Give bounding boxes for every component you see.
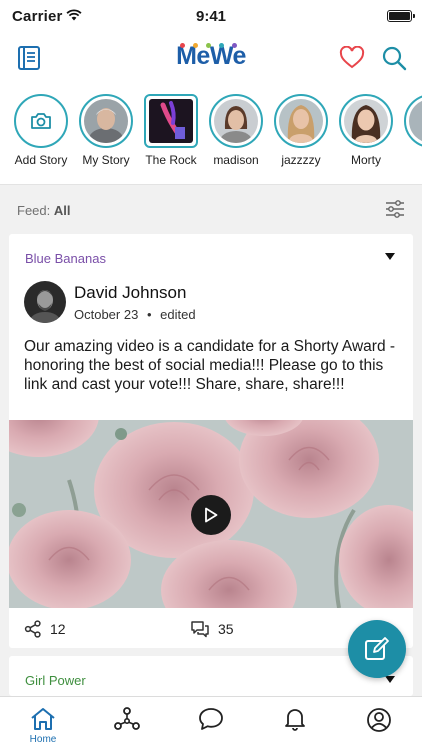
story-name: The Rock — [145, 153, 197, 167]
logo-dots — [180, 43, 244, 49]
comments-button[interactable]: 35 — [190, 620, 234, 638]
avatar — [344, 99, 388, 143]
search-icon[interactable] — [380, 44, 408, 72]
post-text: Our amazing video is a candidate for a S… — [24, 338, 396, 393]
app-header: MeWe — [0, 34, 422, 86]
tab-profile[interactable] — [357, 707, 401, 747]
tab-chats[interactable] — [189, 707, 233, 747]
comments-icon — [191, 621, 209, 638]
profile-icon — [367, 708, 391, 732]
status-time: 9:41 — [195, 8, 227, 25]
heart-icon[interactable] — [338, 44, 366, 72]
avatar — [279, 99, 323, 143]
logo-dot — [232, 43, 237, 48]
story-name: My Story — [82, 153, 130, 167]
camera-icon — [19, 99, 63, 143]
story-ring — [144, 94, 198, 148]
story-add[interactable]: Add Story — [10, 94, 72, 167]
post-options-caret-icon[interactable] — [385, 676, 395, 683]
story-jazzzzy[interactable]: jazzzzy — [270, 94, 332, 167]
avatar — [214, 99, 258, 143]
bell-icon — [285, 709, 305, 731]
story-my[interactable]: My Story — [75, 94, 137, 167]
tab-home[interactable]: Home — [21, 707, 65, 747]
story-ring — [209, 94, 263, 148]
story-partial[interactable] — [400, 94, 422, 148]
play-button[interactable] — [191, 495, 231, 535]
avatar — [409, 99, 422, 143]
newsfeed-book-icon[interactable] — [15, 44, 43, 72]
home-icon — [31, 708, 55, 730]
post-edited-label: edited — [160, 307, 196, 322]
story-ring — [404, 94, 422, 148]
story-name: Morty — [351, 153, 381, 167]
groups-network-icon — [114, 707, 140, 730]
bottom-tab-bar: Home — [0, 696, 422, 750]
filter-sliders-icon[interactable] — [385, 199, 405, 219]
play-icon — [205, 507, 218, 523]
logo-dot — [219, 43, 224, 48]
story-name: madison — [213, 153, 259, 167]
share-icon — [24, 620, 41, 638]
stories-row: Add Story My Story The Rock madison jazz… — [0, 86, 422, 185]
status-bar: Carrier 9:41 — [0, 0, 422, 34]
story-thumbnail — [149, 99, 193, 143]
story-morty[interactable]: Morty — [335, 94, 397, 167]
compose-post-button[interactable] — [348, 620, 406, 678]
meta-separator: • — [146, 307, 152, 322]
author-avatar[interactable] — [24, 281, 66, 323]
post-card: Blue Bananas David Johnson October 23 • … — [9, 234, 413, 648]
post-meta: October 23 • edited — [74, 307, 196, 322]
story-ring — [79, 94, 133, 148]
post-date: October 23 — [74, 307, 139, 322]
share-count: 12 — [50, 621, 66, 637]
share-button[interactable]: 12 — [24, 620, 66, 638]
story-madison[interactable]: madison — [205, 94, 267, 167]
post-group-name[interactable]: Girl Power — [25, 673, 86, 688]
logo-dot — [193, 43, 198, 48]
tab-notifications[interactable] — [273, 707, 317, 747]
feed-filter-value: All — [53, 203, 71, 218]
story-ring — [274, 94, 328, 148]
logo-dot — [180, 43, 185, 48]
comment-count: 35 — [218, 621, 234, 637]
tab-groups[interactable] — [105, 707, 149, 747]
post-video[interactable] — [9, 420, 413, 608]
tab-home-label: Home — [29, 734, 57, 745]
feed-filter-label[interactable]: Feed: All — [17, 203, 71, 218]
story-ring — [339, 94, 393, 148]
story-the-rock[interactable]: The Rock — [140, 94, 202, 167]
post-author-name[interactable]: David Johnson — [74, 283, 186, 303]
post-options-caret-icon[interactable] — [385, 253, 395, 260]
story-name: jazzzzy — [281, 153, 321, 167]
chat-bubble-icon — [199, 708, 223, 730]
add-story-ring — [14, 94, 68, 148]
story-name: Add Story — [14, 153, 68, 167]
battery-icon — [387, 10, 415, 22]
avatar — [84, 99, 128, 143]
logo-dot — [206, 43, 211, 48]
compose-icon — [365, 637, 389, 660]
post-group-name[interactable]: Blue Bananas — [25, 251, 106, 266]
feed-label-text: Feed: — [17, 203, 51, 218]
feed-filter-bar: Feed: All — [0, 186, 422, 232]
